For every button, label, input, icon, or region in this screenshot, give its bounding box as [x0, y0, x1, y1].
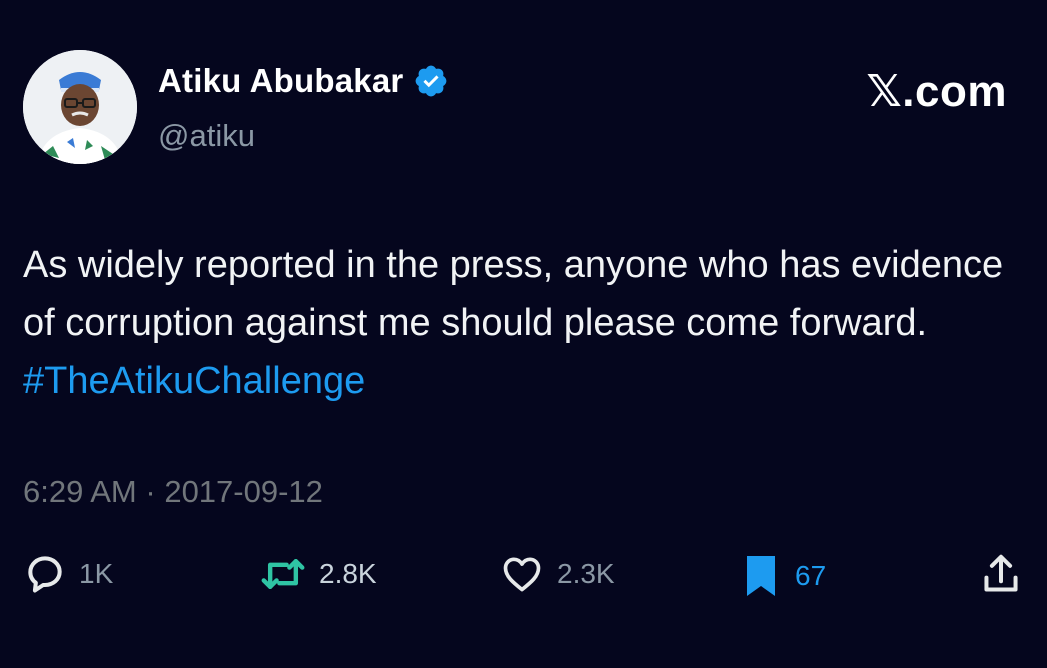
repost-button[interactable]: 2.8K	[259, 552, 377, 596]
bottom-divider	[0, 656, 1047, 668]
bookmark-button[interactable]: 67	[739, 552, 826, 600]
handle[interactable]: @atiku	[158, 118, 255, 154]
verified-badge-icon	[416, 65, 447, 97]
display-name[interactable]: Atiku Abubakar	[158, 62, 403, 100]
like-button[interactable]: 2.3K	[499, 552, 615, 596]
tweet-body: As widely reported in the press, anyone …	[23, 244, 1004, 344]
like-count: 2.3K	[557, 558, 615, 589]
avatar[interactable]	[23, 50, 137, 164]
action-bar: 1K 2.8K 2.3K 67	[23, 552, 1023, 604]
share-icon	[984, 554, 1018, 592]
tweet-time: 6:29 AM	[23, 474, 137, 509]
avatar-image	[23, 50, 137, 164]
tweet-card: Atiku Abubakar @atiku 𝕏.com As widely re…	[0, 0, 1047, 668]
reply-count: 1K	[79, 558, 114, 589]
repost-count: 2.8K	[319, 558, 377, 589]
author-name-row: Atiku Abubakar	[158, 62, 449, 100]
repost-icon	[261, 558, 305, 590]
reply-button[interactable]: 1K	[23, 552, 113, 596]
reply-icon	[28, 556, 62, 593]
tweet-date: 2017-09-12	[164, 474, 323, 509]
bookmark-icon	[747, 556, 775, 596]
site-label: 𝕏.com	[866, 67, 1007, 116]
tweet-timestamp[interactable]: 6:29 AM · 2017-09-12	[23, 474, 323, 510]
meta-separator: ·	[145, 474, 156, 509]
tweet-text: As widely reported in the press, anyone …	[23, 236, 1013, 410]
hashtag-link[interactable]: #TheAtikuChallenge	[23, 360, 365, 402]
heart-icon	[503, 557, 541, 592]
share-button[interactable]	[981, 552, 1021, 596]
bookmark-count: 67	[795, 560, 827, 591]
